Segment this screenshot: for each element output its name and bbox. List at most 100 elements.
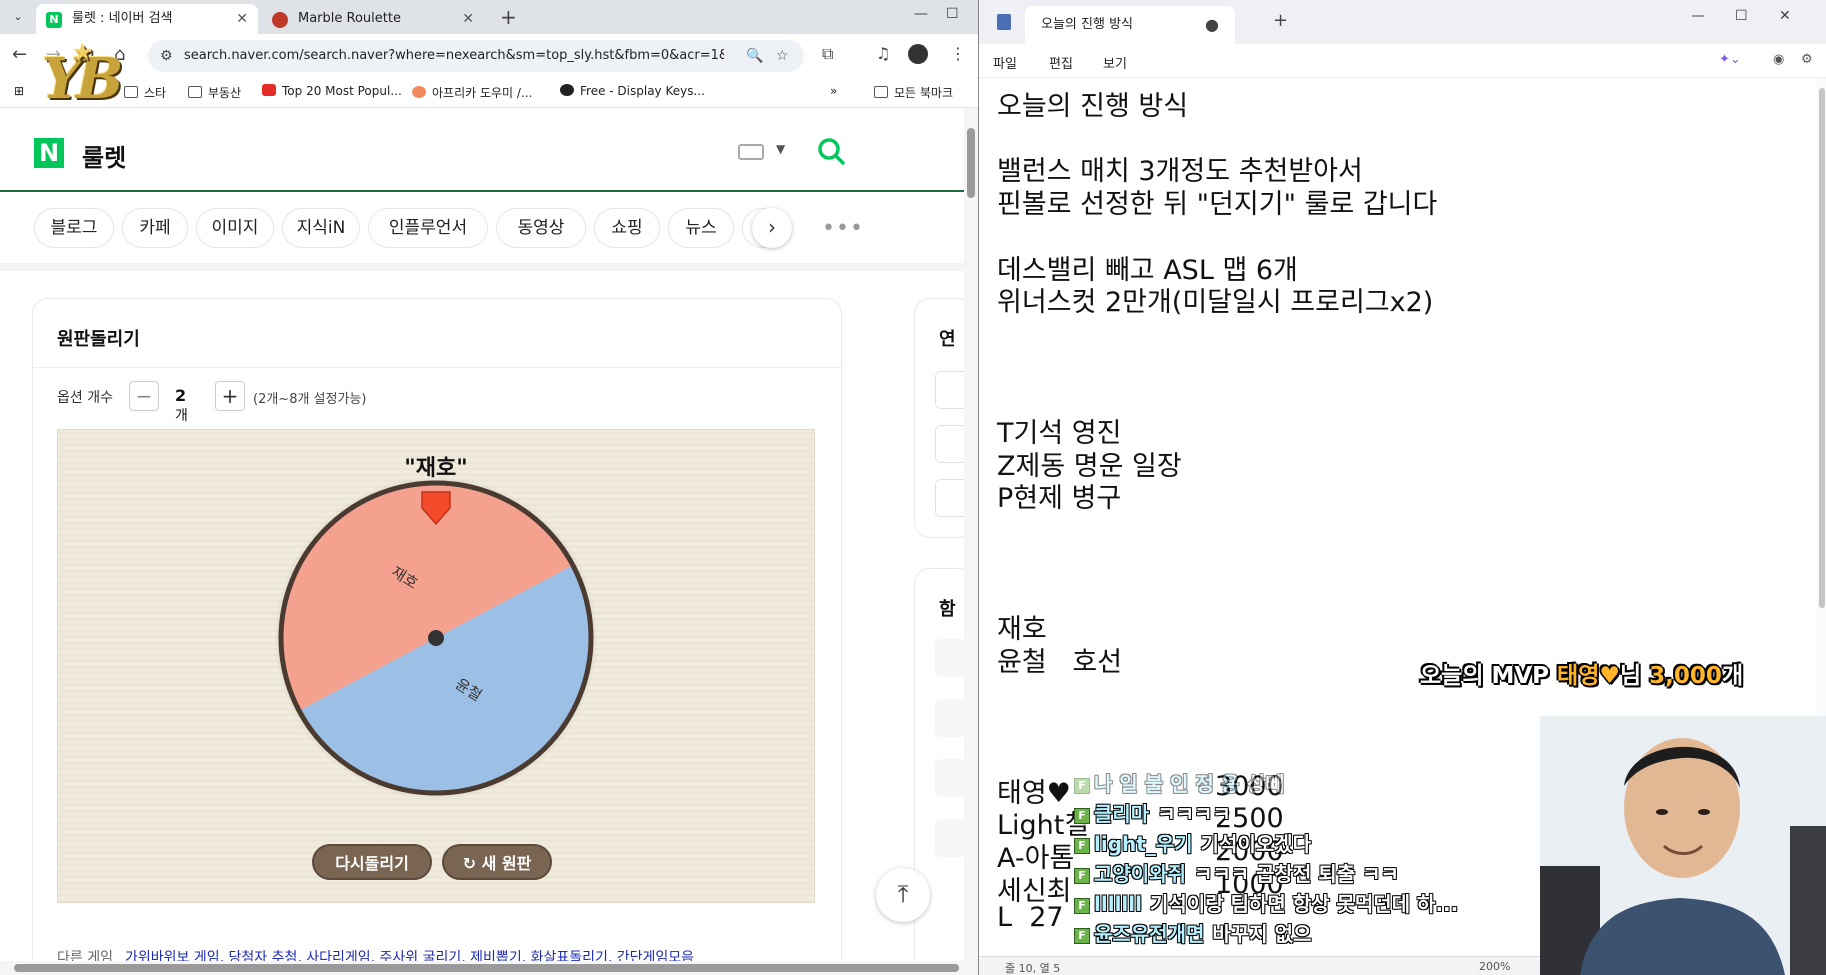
site-info-icon[interactable]: ⚙	[160, 40, 173, 72]
close-tab-icon[interactable]: ✕	[236, 4, 248, 34]
option-hint: (2개~8개 설정가능)	[253, 392, 367, 407]
browser-toolbar: ← → ↻ ⌂ ⚙ search.naver.com/search.naver?…	[0, 34, 978, 78]
address-bar[interactable]: ⚙ search.naver.com/search.naver?where=ne…	[148, 40, 804, 72]
bookmarks-bar: ⊞ 스타 부동산 Top 20 Most Popul... 아프리카 도우미 /…	[0, 78, 978, 108]
fan-badge-icon: F	[1074, 928, 1090, 944]
menu-edit[interactable]: 편집	[1049, 53, 1073, 72]
bookmarks-overflow-icon[interactable]: »	[830, 84, 837, 98]
menu-view[interactable]: 보기	[1103, 53, 1127, 72]
decrease-button[interactable]: −	[129, 381, 159, 411]
chat-message: F 고양이와쥐 ㅋㅋㅋ 곱창전 퇴출 ㅋㅋ	[1074, 858, 1399, 888]
unsaved-dot-icon[interactable]: ●	[1205, 6, 1219, 44]
wheel-stage: "재호" 재호 윤철 다시돌리기 ↻ 새 원판	[57, 429, 815, 903]
option-label: 옵션 개수	[57, 390, 113, 406]
copilot-icon[interactable]: ✦⌄	[1719, 52, 1741, 67]
maximize-icon[interactable]: ☐	[946, 6, 959, 22]
chat-message: F나 일 불 인 정 용 상빼	[1074, 768, 1284, 798]
bookmark-afreeca[interactable]: 아프리카 도우미 /...	[412, 84, 532, 101]
menu-file[interactable]: 파일	[993, 53, 1017, 72]
notepad-tab[interactable]: 오늘의 진행 방식 ●	[1025, 6, 1235, 44]
horizontal-scrollbar[interactable]	[0, 961, 978, 975]
chat-nickname: 윤즈유전개면	[1094, 922, 1205, 946]
new-tab-button[interactable]: +	[500, 4, 517, 30]
tab-search-icon[interactable]: ⌄	[8, 6, 28, 28]
increase-button[interactable]: +	[215, 381, 245, 411]
roulette-wheel[interactable]: 재호 윤철	[58, 430, 814, 902]
bookmark-star-icon[interactable]: ☆	[776, 40, 789, 72]
star-icon: ★	[74, 40, 92, 64]
option-count: 2개	[175, 386, 188, 424]
tab-influencer[interactable]: 인플루언서	[368, 208, 488, 248]
github-icon	[560, 84, 574, 96]
notepad-app-icon	[997, 14, 1011, 30]
roulette-card: 원판돌리기 옵션 개수 − 2개 + (2개~8개 설정가능) "재호" 재호 …	[32, 298, 842, 975]
bookmark-star[interactable]: 스타	[124, 84, 166, 101]
account-icon[interactable]: ◉	[1773, 52, 1784, 67]
close-tab-icon[interactable]: ✕	[462, 4, 474, 34]
chevron-down-icon[interactable]: ▼	[776, 142, 785, 156]
settings-gear-icon[interactable]: ⚙	[1801, 52, 1813, 67]
tab-image[interactable]: 이미지	[196, 208, 274, 248]
chat-nickname: 클리마	[1094, 802, 1150, 826]
minimize-icon[interactable]: —	[914, 6, 928, 22]
tab-news[interactable]: 뉴스	[668, 208, 734, 248]
naver-search-page: N 룰렛 ▼ 블로그 카페 이미지 지식iN 인플루언서 동영상 쇼핑 뉴스 쇼	[0, 108, 964, 975]
back-icon[interactable]: ←	[12, 44, 27, 65]
search-header: N 룰렛 ▼	[0, 108, 964, 192]
tab-marble-roulette[interactable]: Marble Roulette ✕	[262, 4, 484, 34]
folder-icon	[188, 86, 202, 98]
tab-blog[interactable]: 블로그	[34, 208, 114, 248]
afreeca-icon	[412, 86, 426, 98]
keyboard-icon[interactable]	[738, 144, 764, 160]
profile-avatar[interactable]	[908, 44, 928, 64]
chat-message: F 윤즈유전개면 바꾸지 없으	[1074, 918, 1311, 948]
channel-logo: YB ★	[42, 40, 123, 112]
url-text[interactable]: search.naver.com/search.naver?where=nexe…	[184, 40, 724, 72]
chevron-right-icon[interactable]: ›	[752, 208, 792, 248]
new-wheel-button[interactable]: ↻ 새 원판	[442, 844, 552, 880]
search-query[interactable]: 룰렛	[82, 138, 126, 173]
chat-text: 상빼	[1247, 772, 1285, 796]
side-card-title: 연	[939, 329, 956, 350]
more-icon[interactable]: •••	[822, 216, 864, 241]
notepad-titlebar: 오늘의 진행 방식 ● + — ☐ ✕	[979, 0, 1826, 44]
text-line: 핀볼로 선정한 뒤 "던지기" 룰로 갑니다	[997, 189, 1438, 221]
marble-roulette-favicon-icon	[272, 12, 288, 28]
close-icon[interactable]: ✕	[1779, 8, 1791, 24]
extensions-icon[interactable]: ⧉	[822, 44, 833, 64]
search-icon[interactable]	[816, 136, 846, 166]
apps-grid-icon[interactable]: ⊞	[14, 84, 24, 98]
new-tab-button[interactable]: +	[1273, 10, 1288, 31]
chat-nickname: 고양이와쥐	[1094, 862, 1186, 886]
spin-again-button[interactable]: 다시돌리기	[312, 844, 432, 880]
youtube-icon	[262, 84, 276, 96]
all-bookmarks[interactable]: 모든 북마크	[874, 84, 953, 101]
divider	[33, 367, 841, 368]
chat-message: Flight_우기 기석이오겠다	[1074, 828, 1311, 858]
tab-cafe[interactable]: 카페	[122, 208, 188, 248]
bookmark-realestate[interactable]: 부동산	[188, 84, 241, 101]
browser-menu-icon[interactable]: ⋮	[950, 44, 966, 63]
naver-favicon-icon: N	[46, 12, 62, 28]
tab-strip: ⌄ N 룰렛 : 네이버 검색 ✕ Marble Roulette ✕ + — …	[0, 0, 978, 34]
zoom-icon[interactable]: 🔍	[746, 40, 763, 72]
naver-logo[interactable]: N	[34, 138, 64, 168]
maximize-icon[interactable]: ☐	[1735, 8, 1748, 24]
streamer-image	[1540, 716, 1826, 975]
tab-kin[interactable]: 지식iN	[282, 208, 360, 248]
section-divider	[0, 263, 964, 271]
bookmark-display-keys[interactable]: Free - Display Keys...	[560, 84, 705, 98]
page-scrollbar[interactable]	[964, 108, 978, 963]
bookmark-top20[interactable]: Top 20 Most Popul...	[262, 84, 402, 98]
webcam-feed	[1540, 716, 1826, 975]
tab-shopping[interactable]: 쇼핑	[594, 208, 660, 248]
scroll-top-button[interactable]: ⤒	[876, 868, 930, 922]
minimize-icon[interactable]: —	[1691, 8, 1705, 24]
chat-nickname: lllllll	[1094, 892, 1142, 916]
card-title: 원판돌리기	[57, 329, 140, 350]
side-card-title: 함	[939, 599, 956, 620]
mvp-banner: 오늘의 MVP 태영♥님 3,000개	[1420, 663, 1744, 689]
tab-video[interactable]: 동영상	[496, 208, 586, 248]
tab-naver-search[interactable]: N 룰렛 : 네이버 검색 ✕	[36, 4, 258, 34]
media-icon[interactable]: ♫	[876, 44, 890, 63]
